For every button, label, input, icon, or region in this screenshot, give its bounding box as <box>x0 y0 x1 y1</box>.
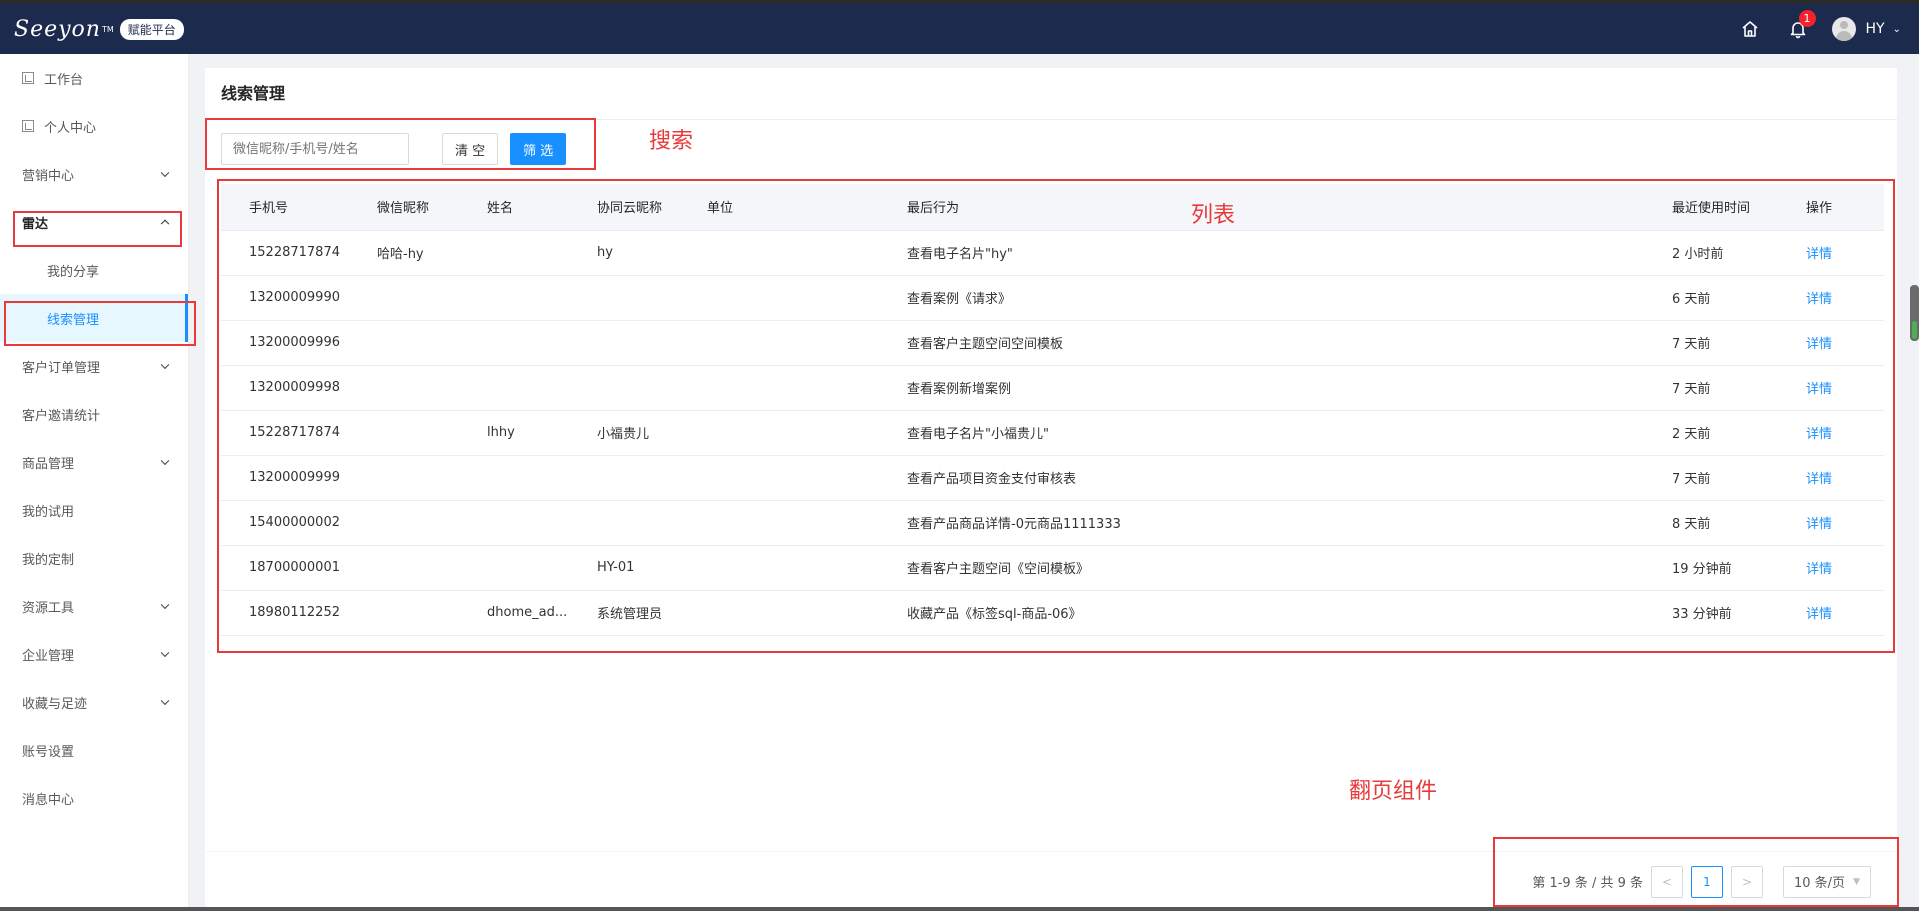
logo[interactable]: Seeyon TM 赋能平台 <box>0 4 189 54</box>
sidebar-item-label: 我的试用 <box>22 504 75 520</box>
sidebar-item-label: 我的分享 <box>47 264 100 280</box>
sidebar-item-favorites[interactable]: 收藏与足迹 <box>0 678 188 726</box>
annotation-box-search <box>205 118 596 170</box>
annotation-label-list: 列表 <box>1191 203 1236 228</box>
sidebar-item-marketing[interactable]: 营销中心 <box>0 150 188 198</box>
sidebar-item-label: 我的定制 <box>22 552 75 568</box>
sidebar-item-resource-tools[interactable]: 资源工具 <box>0 582 188 630</box>
annotation-box-lead-management <box>4 301 196 346</box>
chevron-down-icon: ⌄ <box>1892 23 1901 35</box>
sidebar-item-label: 营销中心 <box>22 168 75 184</box>
home-icon <box>1741 21 1758 37</box>
sidebar-item-my-custom[interactable]: 我的定制 <box>0 534 188 582</box>
sidebar-item-message-center[interactable]: 消息中心 <box>0 774 188 822</box>
notification-button[interactable]: 1 <box>1774 4 1822 54</box>
sidebar-item-label: 工作台 <box>44 72 84 88</box>
chevron-down-icon <box>160 456 170 466</box>
chevron-down-icon <box>160 696 170 706</box>
sidebar-item-label: 账号设置 <box>22 744 75 760</box>
sidebar-item-label: 商品管理 <box>22 456 75 472</box>
scrollbar-thumb[interactable] <box>1910 285 1919 341</box>
top-bar: Seeyon TM 赋能平台 1 HY ⌄ <box>0 0 1919 54</box>
sidebar-item-label: 收藏与足迹 <box>22 696 88 712</box>
sidebar-item-label: 资源工具 <box>22 600 75 616</box>
workbench-icon <box>22 72 34 84</box>
chevron-down-icon <box>160 600 170 610</box>
sidebar-item-enterprise[interactable]: 企业管理 <box>0 630 188 678</box>
top-actions: 1 HY ⌄ <box>1726 4 1919 54</box>
page-title: 线索管理 <box>205 68 1897 120</box>
avatar <box>1831 17 1856 41</box>
sidebar-item-label: 消息中心 <box>22 792 75 808</box>
sidebar-item-account-settings[interactable]: 账号设置 <box>0 726 188 774</box>
sidebar-item-label: 企业管理 <box>22 648 75 664</box>
annotation-box-radar <box>13 211 182 247</box>
annotation-label-pager: 翻页组件 <box>1349 779 1438 804</box>
sidebar-item-my-trial[interactable]: 我的试用 <box>0 486 188 534</box>
sidebar: 工作台 个人中心 营销中心 雷达 我的分享 线索管理 客户订单管理 客户邀请统计… <box>0 54 189 911</box>
sidebar-item-customer-invites[interactable]: 客户邀请统计 <box>0 390 188 438</box>
annotation-label-search: 搜索 <box>649 129 694 154</box>
logo-text: Seeyon <box>14 16 101 42</box>
user-name: HY <box>1865 21 1885 37</box>
window-bottom-edge <box>0 907 1919 911</box>
user-menu[interactable]: HY ⌄ <box>1822 4 1919 54</box>
annotation-box-pager <box>1493 837 1899 907</box>
chevron-down-icon <box>160 648 170 658</box>
annotation-box-list <box>217 179 1895 653</box>
sidebar-item-workbench[interactable]: 工作台 <box>0 54 188 102</box>
sidebar-item-my-share[interactable]: 我的分享 <box>0 246 188 294</box>
notification-badge: 1 <box>1798 10 1816 27</box>
home-button[interactable] <box>1726 4 1774 54</box>
sidebar-item-personal-center[interactable]: 个人中心 <box>0 102 188 150</box>
logo-trademark: TM <box>101 24 114 34</box>
chevron-down-icon <box>160 168 170 178</box>
user-center-icon <box>22 120 34 132</box>
sidebar-item-label: 客户订单管理 <box>22 360 101 376</box>
platform-badge: 赋能平台 <box>119 18 184 40</box>
sidebar-item-label: 个人中心 <box>44 120 97 136</box>
sidebar-item-customer-orders[interactable]: 客户订单管理 <box>0 342 188 390</box>
chevron-down-icon <box>160 360 170 370</box>
sidebar-item-product-management[interactable]: 商品管理 <box>0 438 188 486</box>
sidebar-item-label: 客户邀请统计 <box>22 408 101 424</box>
